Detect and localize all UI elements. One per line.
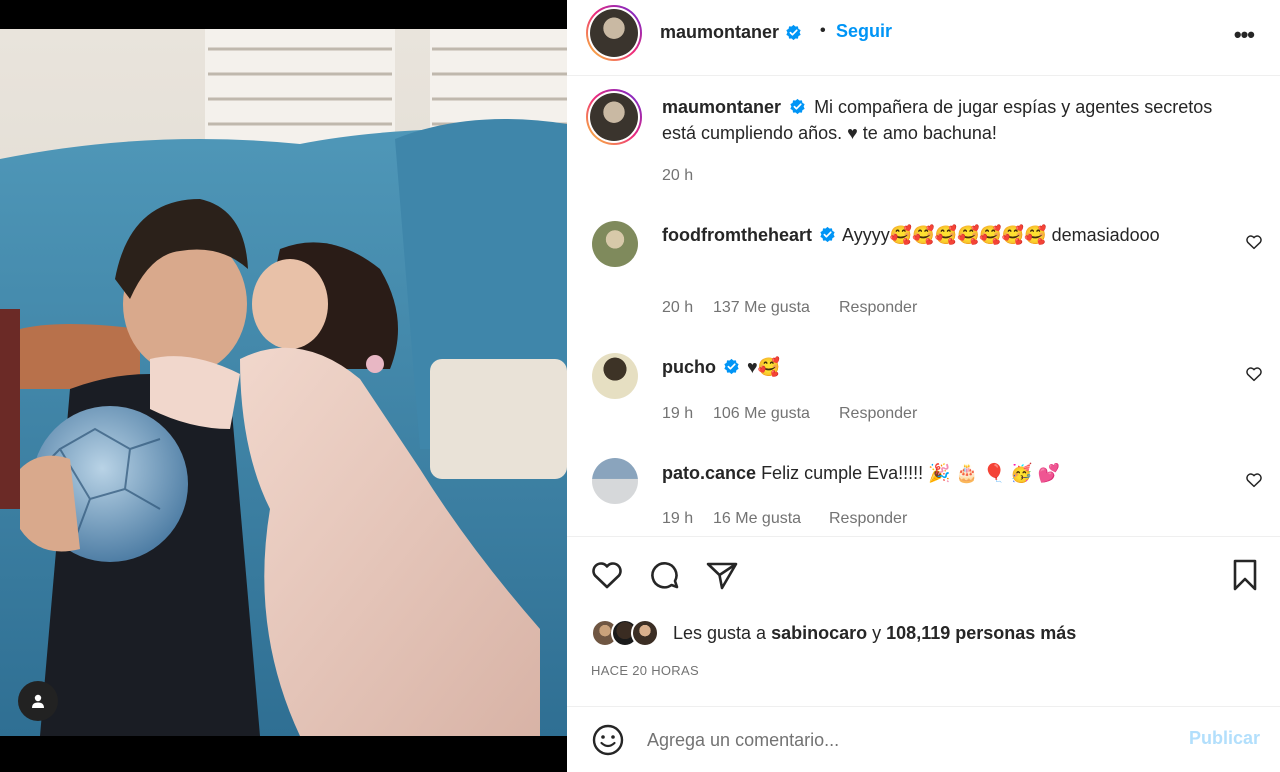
post-actions: Les gusta a sabinocaro y 108,119 persona… <box>567 536 1280 734</box>
comment-likes[interactable]: 137 Me gusta <box>713 299 810 317</box>
caption-author-avatar[interactable] <box>586 89 642 145</box>
comment-like-heart-icon[interactable] <box>1245 365 1263 383</box>
header-separator: • <box>820 22 826 39</box>
post-caption: maumontaner Mi compañera de jugar espías… <box>662 94 1222 146</box>
comment-body: pucho ♥🥰 <box>662 354 1202 380</box>
post-photo-image <box>0 29 567 736</box>
likes-count[interactable]: 108,119 personas más <box>886 623 1076 643</box>
comment-username[interactable]: pato.cance <box>662 463 756 483</box>
comment-text: Feliz cumple Eva!!!!! 🎉 🎂 🎈 🥳 💕 <box>761 463 1061 483</box>
likes-summary: Les gusta a sabinocaro y 108,119 persona… <box>673 623 1076 644</box>
more-icon[interactable]: ••• <box>1234 22 1255 48</box>
comment-time: 19 h <box>662 405 694 422</box>
comment-time: 19 h <box>662 510 694 527</box>
comment-time: 20 h <box>662 299 694 316</box>
comments-section[interactable]: maumontaner Mi compañera de jugar espías… <box>567 77 1280 536</box>
comment-input[interactable] <box>647 727 1167 753</box>
comment-body: pato.cance Feliz cumple Eva!!!!! 🎉 🎂 🎈 🥳… <box>662 460 1202 486</box>
comment-username[interactable]: foodfromtheheart <box>662 225 812 245</box>
comment-body: foodfromtheheart Ayyyy🥰🥰🥰🥰🥰🥰🥰 demasiadoo… <box>662 222 1202 248</box>
user-tag-button[interactable] <box>18 681 58 721</box>
author-username[interactable]: maumontaner <box>660 22 779 43</box>
comment-username[interactable]: pucho <box>662 357 716 377</box>
author-username-row[interactable]: maumontaner <box>660 22 802 43</box>
comment-avatar[interactable] <box>592 458 638 504</box>
caption-username[interactable]: maumontaner <box>662 97 781 117</box>
liked-by-avatars[interactable] <box>591 617 659 649</box>
comment-avatar[interactable] <box>592 221 638 267</box>
caption-time: 20 h <box>662 167 694 184</box>
reply-button[interactable]: Responder <box>839 405 917 423</box>
heart-icon[interactable] <box>589 557 625 593</box>
likes-prefix: Les gusta a <box>673 623 767 643</box>
post-media-panel <box>0 0 567 772</box>
post-photo[interactable] <box>0 29 567 736</box>
verified-icon <box>790 98 805 115</box>
follow-button[interactable]: Seguir <box>836 21 892 42</box>
comment-icon[interactable] <box>647 557 683 593</box>
comment-likes[interactable]: 106 Me gusta <box>713 405 810 423</box>
comment-like-heart-icon[interactable] <box>1245 471 1263 489</box>
comment-likes[interactable]: 16 Me gusta <box>713 510 801 528</box>
verified-icon <box>724 358 739 375</box>
emoji-icon[interactable] <box>591 723 625 757</box>
likes-conjunction: y <box>872 623 882 643</box>
comment-text: ♥🥰 <box>747 357 781 377</box>
author-avatar[interactable] <box>586 5 642 61</box>
user-tag-icon <box>32 694 44 708</box>
comment-like-heart-icon[interactable] <box>1245 233 1263 251</box>
bookmark-icon[interactable] <box>1227 557 1263 593</box>
share-icon[interactable] <box>704 557 740 593</box>
liker-avatar <box>631 619 659 647</box>
reply-button[interactable]: Responder <box>829 510 907 528</box>
post-header: maumontaner • Seguir ••• <box>567 0 1280 76</box>
comment-avatar[interactable] <box>592 353 638 399</box>
post-details-panel: maumontaner • Seguir ••• maumontaner Mi … <box>567 0 1280 772</box>
comment-text: Ayyyy🥰🥰🥰🥰🥰🥰🥰 demasiadooo <box>842 225 1160 245</box>
post-timestamp[interactable]: HACE 20 HORAS <box>591 663 699 678</box>
reply-button[interactable]: Responder <box>839 299 917 317</box>
likes-first-user[interactable]: sabinocaro <box>771 623 867 643</box>
verified-icon <box>786 24 801 41</box>
publish-button[interactable]: Publicar <box>1189 728 1260 749</box>
add-comment-bar: Publicar <box>567 706 1280 772</box>
verified-icon <box>820 226 835 243</box>
